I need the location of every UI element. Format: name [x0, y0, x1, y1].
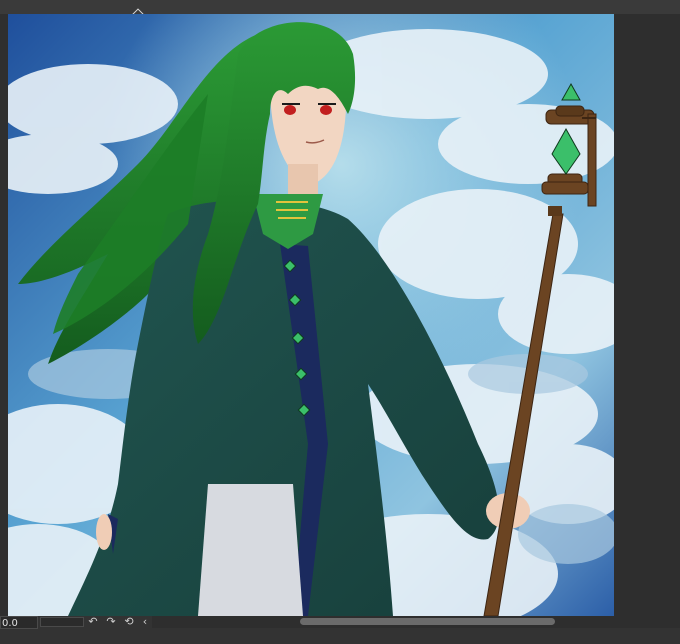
reset-rotation-icon[interactable]: ⟲	[122, 616, 136, 628]
status-bar: 0.0 ↶ ↷ ⟲ ‹	[0, 616, 680, 644]
illustration	[8, 14, 614, 616]
scrollbar-thumb[interactable]	[300, 618, 555, 625]
top-toolbar	[0, 0, 680, 20]
zoom-field[interactable]: 0.0	[0, 616, 38, 629]
rotate-right-icon[interactable]: ↷	[104, 616, 118, 628]
zoom-slider[interactable]	[40, 617, 84, 627]
canvas-area[interactable]	[0, 14, 680, 616]
horizontal-scrollbar[interactable]	[152, 616, 680, 628]
artwork-canvas[interactable]	[8, 14, 614, 616]
chevron-left-icon[interactable]: ‹	[138, 616, 152, 628]
canvas-margin	[614, 14, 680, 616]
rotate-left-icon[interactable]: ↶	[86, 616, 100, 628]
